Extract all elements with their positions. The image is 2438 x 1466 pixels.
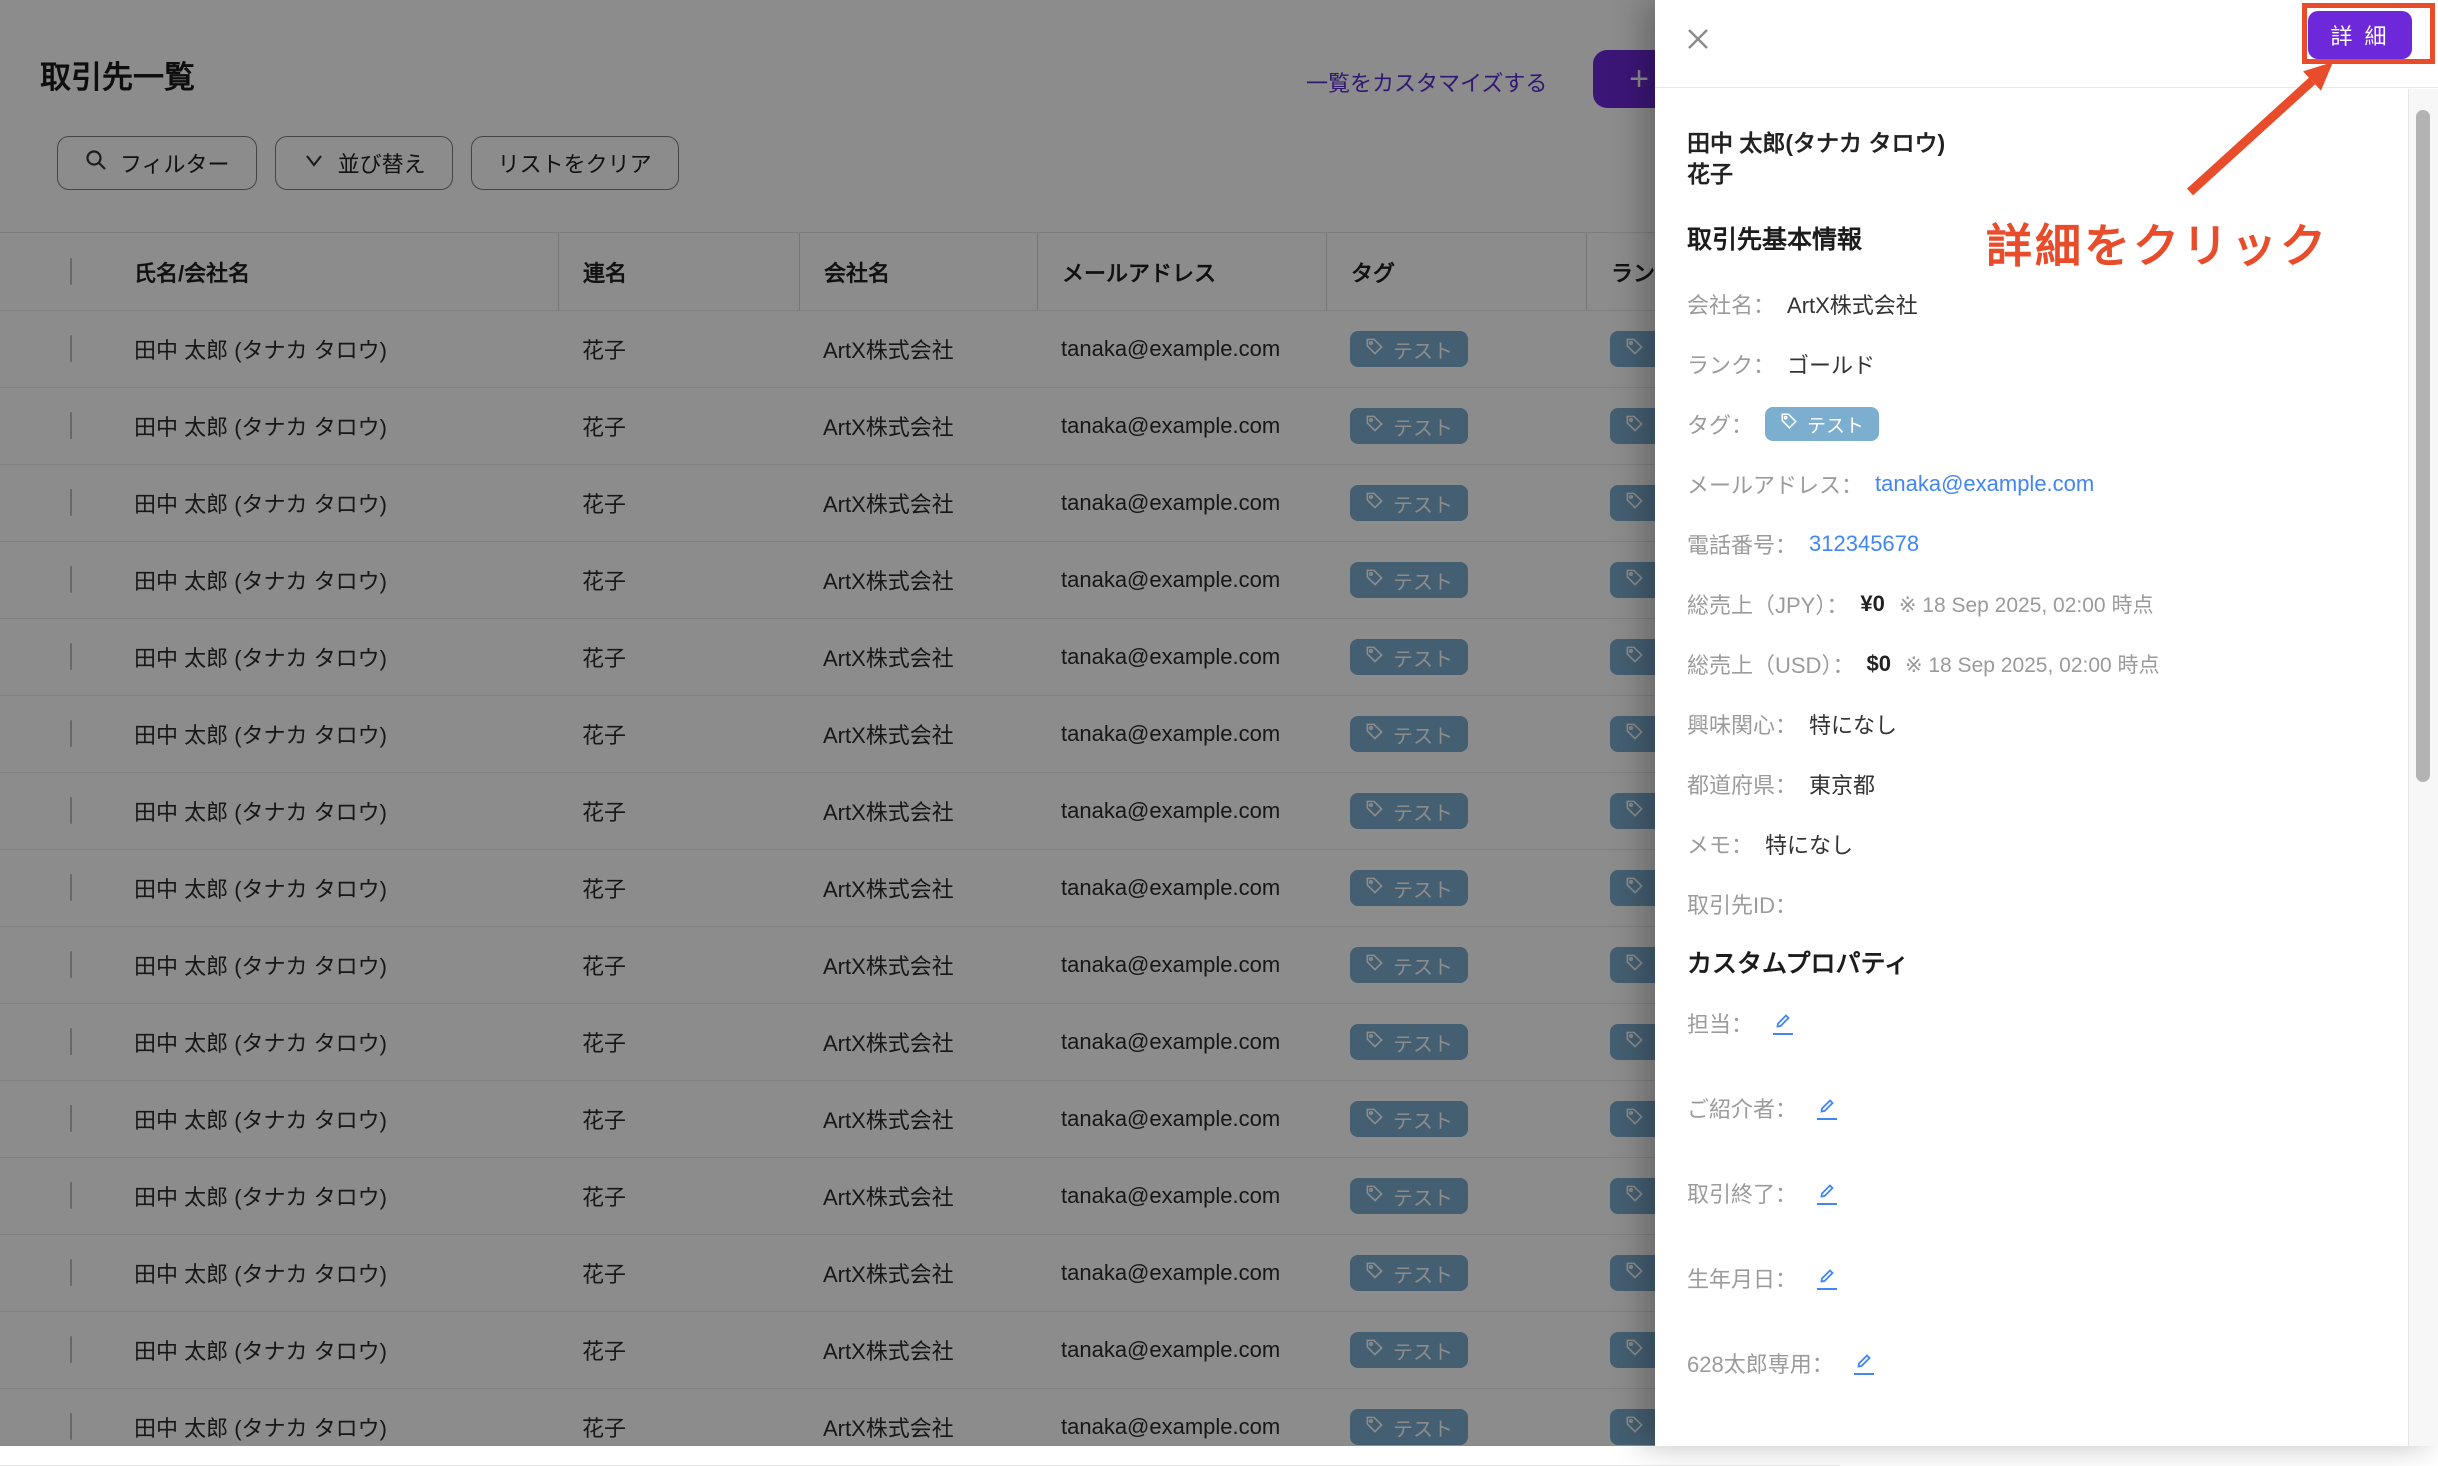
edit-icon[interactable] [1817, 1096, 1837, 1120]
scrollbar-thumb[interactable] [2416, 110, 2430, 782]
field-sales-jpy: 総売上（JPY）： ¥0 ※ 18 Sep 2025, 02:00 時点 [1687, 574, 2406, 634]
custom-fields: 担当： ご紹介者： 取引終了： [1687, 980, 2406, 1405]
custom-field-birthday: 生年月日： [1687, 1235, 2406, 1320]
field-phone: 電話番号： 312345678 [1687, 514, 2406, 574]
field-client-id: 取引先ID： [1687, 874, 2406, 934]
section-custom-properties: カスタムプロパティ [1687, 944, 2406, 980]
tag-pill: テスト [1765, 407, 1879, 441]
panel-scrollbar[interactable] [2408, 89, 2438, 1446]
field-memo: メモ： 特になし [1687, 814, 2406, 874]
field-rank: ランク： ゴールド [1687, 334, 2406, 394]
edit-icon[interactable] [1773, 1011, 1793, 1035]
field-sales-usd: 総売上（USD）： $0 ※ 18 Sep 2025, 02:00 時点 [1687, 634, 2406, 694]
field-interests: 興味関心： 特になし [1687, 694, 2406, 754]
panel-header: 詳 細 [1655, 0, 2438, 88]
field-prefecture: 都道府県： 東京都 [1687, 754, 2406, 814]
edit-icon[interactable] [1817, 1266, 1837, 1290]
basic-fields: 会社名： ArtX株式会社 ランク： ゴールド タグ： テスト [1687, 274, 2406, 934]
edit-icon[interactable] [1854, 1351, 1874, 1375]
field-email: メールアドレス： tanaka@example.com [1687, 454, 2406, 514]
custom-field-deal-end: 取引終了： [1687, 1150, 2406, 1235]
close-icon[interactable] [1685, 26, 1711, 52]
field-tag: タグ： テスト [1687, 394, 2406, 454]
custom-field-assignee: 担当： [1687, 980, 2406, 1065]
custom-field-referrer: ご紹介者： [1687, 1065, 2406, 1150]
custom-field-628taro: 628太郎専用： [1687, 1320, 2406, 1405]
annotation-text: 詳細をクリック [1986, 210, 2329, 276]
email-link[interactable]: tanaka@example.com [1875, 471, 2094, 497]
phone-link[interactable]: 312345678 [1809, 531, 1919, 557]
client-name: 田中 太郎(タナカ タロウ) 花子 [1687, 128, 2406, 190]
panel-body: 田中 太郎(タナカ タロウ) 花子 取引先基本情報 会社名： ArtX株式会社 … [1655, 128, 2438, 1405]
edit-icon[interactable] [1817, 1181, 1837, 1205]
field-company: 会社名： ArtX株式会社 [1687, 274, 2406, 334]
tag-icon [1780, 412, 1798, 436]
detail-button[interactable]: 詳 細 [2308, 11, 2412, 59]
